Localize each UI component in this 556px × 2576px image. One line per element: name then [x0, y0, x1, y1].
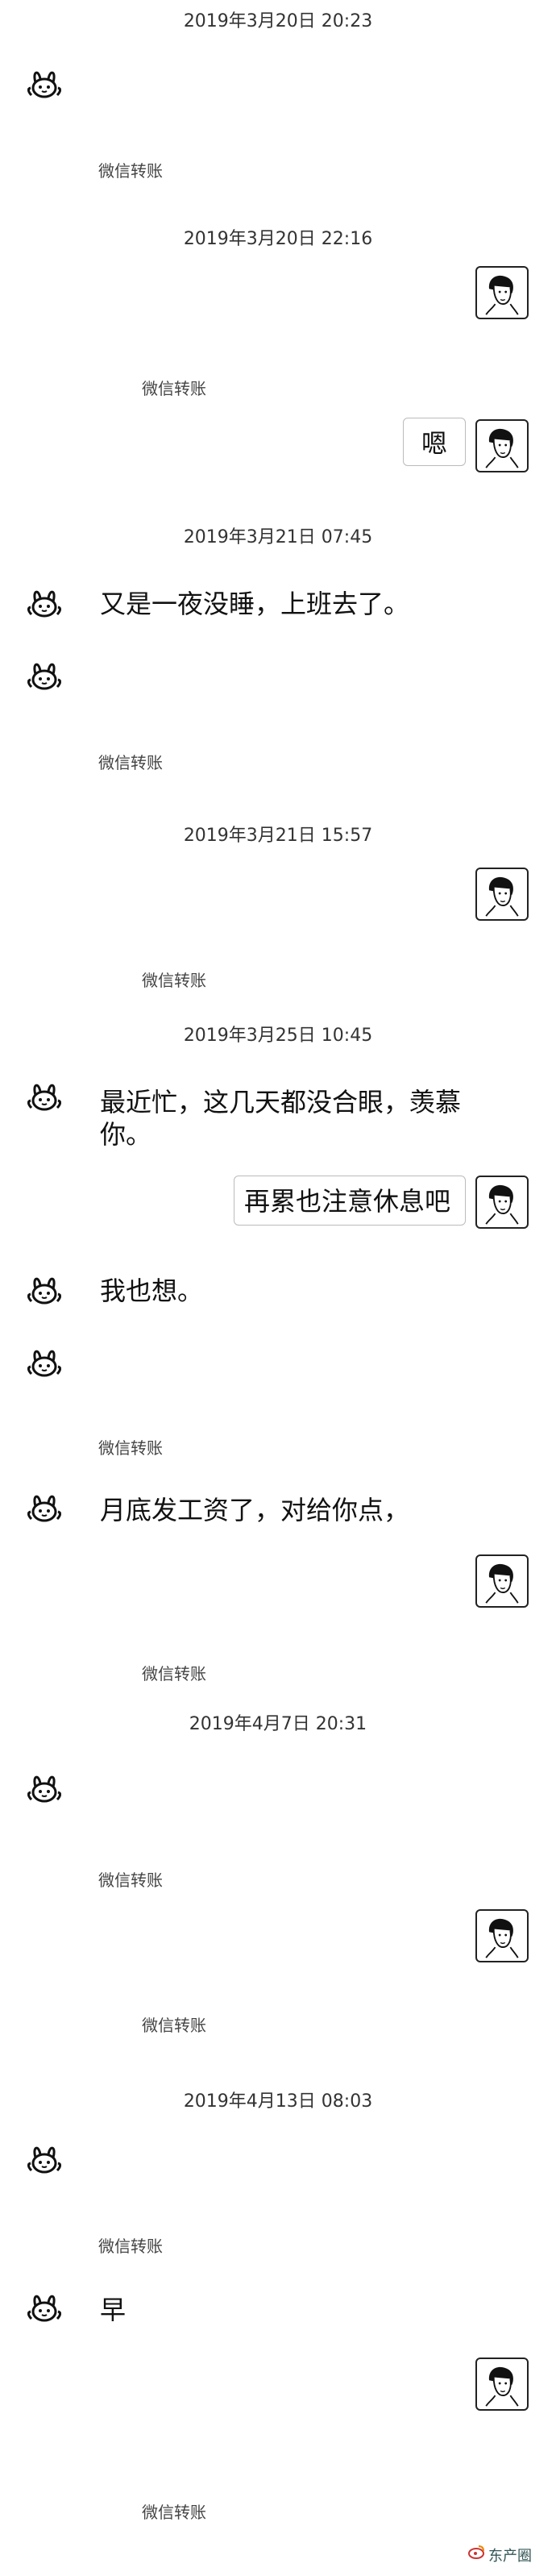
message-text[interactable]: 早 [100, 2293, 126, 2327]
message-text: 嗯 [421, 428, 447, 459]
portrait-avatar-icon[interactable] [475, 1554, 529, 1608]
message-bubble-right[interactable]: 嗯 [403, 418, 466, 466]
message-text[interactable]: 你。 [100, 1117, 151, 1151]
transfer-label[interactable]: 微信转账 [98, 750, 163, 773]
timestamp: 2019年4月7日 20:31 [189, 1714, 367, 1734]
portrait-avatar-icon[interactable] [475, 266, 529, 319]
timestamp: 2019年3月20日 22:16 [183, 229, 373, 249]
transfer-label[interactable]: 微信转账 [98, 2233, 163, 2257]
timestamp: 2019年4月13日 08:03 [183, 2091, 373, 2112]
rabbit-avatar-icon[interactable] [26, 2141, 63, 2179]
portrait-avatar-icon[interactable] [475, 2358, 529, 2411]
message-bubble-right[interactable]: 再累也注意休息吧 [234, 1176, 466, 1226]
transfer-label[interactable]: 微信转账 [142, 2012, 206, 2036]
message-text[interactable]: 最近忙，这几天都没合眼，羡慕 [100, 1085, 461, 1119]
portrait-avatar-icon[interactable] [475, 1176, 529, 1229]
rabbit-avatar-icon[interactable] [26, 1345, 63, 1382]
weibo-logo-icon [468, 2545, 484, 2559]
transfer-label[interactable]: 微信转账 [142, 376, 206, 399]
message-text: 再累也注意休息吧 [244, 1186, 451, 1217]
portrait-avatar-icon[interactable] [475, 1909, 529, 1962]
rabbit-avatar-icon[interactable] [26, 1079, 63, 1116]
rabbit-avatar-icon[interactable] [26, 2290, 63, 2327]
rabbit-avatar-icon[interactable] [26, 1490, 63, 1527]
timestamp: 2019年3月21日 07:45 [183, 527, 373, 547]
rabbit-avatar-icon[interactable] [26, 1771, 63, 1808]
message-text[interactable]: 又是一夜没睡，上班去了。 [100, 587, 409, 621]
transfer-label[interactable]: 微信转账 [142, 1661, 206, 1684]
rabbit-avatar-icon[interactable] [26, 66, 63, 103]
transfer-label[interactable]: 微信转账 [142, 2499, 206, 2523]
transfer-label[interactable]: 微信转账 [98, 158, 163, 181]
timestamp: 2019年3月25日 10:45 [183, 1026, 373, 1046]
transfer-label[interactable]: 微信转账 [98, 1867, 163, 1891]
portrait-avatar-icon[interactable] [475, 868, 529, 921]
rabbit-avatar-icon[interactable] [26, 658, 63, 695]
timestamp: 2019年3月20日 20:23 [183, 11, 373, 31]
message-text[interactable]: 月底发工资了，对给你点， [100, 1493, 409, 1527]
transfer-label[interactable]: 微信转账 [142, 968, 206, 991]
watermark: 东产圈 [467, 2538, 551, 2570]
timestamp: 2019年3月21日 15:57 [183, 826, 373, 846]
message-text[interactable]: 我也想。 [100, 1274, 203, 1308]
transfer-label[interactable]: 微信转账 [98, 1435, 163, 1459]
rabbit-avatar-icon[interactable] [26, 1272, 63, 1309]
portrait-avatar-icon[interactable] [475, 419, 529, 472]
rabbit-avatar-icon[interactable] [26, 585, 63, 622]
watermark-text: 东产圈 [488, 2548, 532, 2565]
